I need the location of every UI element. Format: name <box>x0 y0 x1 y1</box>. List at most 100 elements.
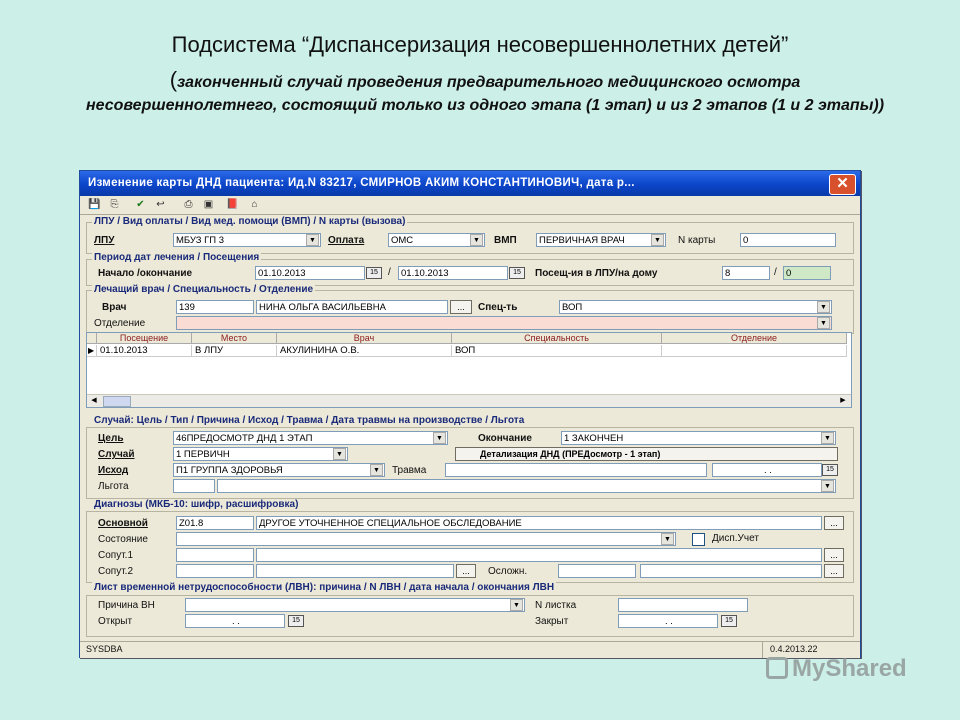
card-number-input[interactable]: 0 <box>740 233 836 247</box>
print-icon[interactable]: ⎙ <box>180 198 197 212</box>
column-header-doctor[interactable]: Врач <box>277 333 452 344</box>
detail-dnd-button[interactable]: Детализация ДНД (ПРЕДосмотр - 1 этап) <box>455 447 838 461</box>
chevron-down-icon[interactable]: ▼ <box>821 480 834 492</box>
vmp-label: ВМП <box>494 235 517 246</box>
end-date-input[interactable]: 01.10.2013 <box>398 266 508 280</box>
co-diagnosis-2-text[interactable] <box>256 564 454 578</box>
watermark-text: MyShared <box>792 655 907 682</box>
payment-label: Оплата <box>328 235 365 246</box>
diagnosis-group-label: Диагнозы (МКБ-10: шифр, расшифровка) <box>92 499 301 510</box>
dates-label: Начало /окончание <box>98 268 193 279</box>
scroll-left-icon[interactable]: ◀ <box>88 396 100 405</box>
slide-title: Подсистема “Диспансеризация несовершенно… <box>171 32 789 57</box>
goal-label: Цель <box>98 433 124 444</box>
doctor-code-input[interactable]: 139 <box>176 300 254 314</box>
window-icon[interactable]: ▣ <box>200 198 217 212</box>
horizontal-scrollbar[interactable]: ◀ ▶ <box>87 394 851 407</box>
outcome-select[interactable]: П1 ГРУППА ЗДОРОВЬЯ <box>173 463 385 477</box>
privilege-code-input[interactable] <box>173 479 215 493</box>
case-select[interactable]: 1 ПЕРВИЧН <box>173 447 348 461</box>
opened-label: Открыт <box>98 616 133 627</box>
column-header-place[interactable]: Место <box>192 333 277 344</box>
co-diagnosis-2-code[interactable] <box>176 564 254 578</box>
chevron-down-icon[interactable]: ▼ <box>306 234 319 246</box>
state-select[interactable] <box>176 532 676 546</box>
chevron-down-icon[interactable]: ▼ <box>821 432 834 444</box>
table-cell[interactable]: ВОП <box>452 345 662 357</box>
check-icon[interactable]: ✔ <box>132 198 149 212</box>
date-separator: / <box>388 267 391 278</box>
co-diagnosis-1-code[interactable] <box>176 548 254 562</box>
scroll-right-icon[interactable]: ▶ <box>837 396 849 405</box>
column-header-specialty[interactable]: Специальность <box>452 333 662 344</box>
chevron-down-icon[interactable]: ▼ <box>817 301 830 313</box>
subtitle-paren: ( <box>169 67 178 92</box>
myshared-logo-icon <box>766 657 788 679</box>
chevron-down-icon[interactable]: ▼ <box>433 432 446 444</box>
table-cell[interactable]: АКУЛИНИНА О.В. <box>277 345 452 357</box>
sick-reason-select[interactable] <box>185 598 525 612</box>
doctor-lookup-button[interactable]: ... <box>450 300 472 314</box>
calendar-icon[interactable]: 15 <box>366 267 382 279</box>
calendar-icon[interactable]: 15 <box>288 615 304 627</box>
save-icon[interactable]: 💾 <box>86 198 103 212</box>
doctor-name-input[interactable]: НИНА ОЛЬГА ВАСИЛЬЕВНА <box>256 300 448 314</box>
visits-lpu-input[interactable]: 8 <box>722 266 770 280</box>
end-select[interactable]: 1 ЗАКОНЧЕН <box>561 431 836 445</box>
co-diagnosis-1-text[interactable] <box>256 548 822 562</box>
copy-icon[interactable]: ⎘ <box>106 198 123 212</box>
department-select[interactable] <box>176 316 832 330</box>
scroll-thumb[interactable] <box>103 396 131 407</box>
doctor-label: Врач <box>102 302 127 313</box>
calendar-icon[interactable]: 15 <box>822 464 838 476</box>
complication-code[interactable] <box>558 564 636 578</box>
chevron-down-icon[interactable]: ▼ <box>661 533 674 545</box>
window-title: Изменение карты ДНД пациента: Ид.N 83217… <box>88 177 635 189</box>
visits-home-input[interactable]: 0 <box>783 266 831 280</box>
opened-date-input[interactable]: . . <box>185 614 285 628</box>
diagnosis-lookup-button[interactable]: ... <box>824 516 844 530</box>
closed-date-input[interactable]: . . <box>618 614 718 628</box>
complication-lookup-button[interactable]: ... <box>824 564 844 578</box>
trauma-select[interactable] <box>445 463 707 477</box>
home-icon[interactable]: ⌂ <box>246 198 263 212</box>
chevron-down-icon[interactable]: ▼ <box>470 234 483 246</box>
privilege-select[interactable] <box>217 479 836 493</box>
column-header-department[interactable]: Отделение <box>662 333 847 344</box>
column-header-visit[interactable]: Посещение <box>97 333 192 344</box>
table-cell[interactable]: В ЛПУ <box>192 345 277 357</box>
main-diagnosis-text[interactable]: ДРУГОЕ УТОЧНЕННОЕ СПЕЦИАЛЬНОЕ ОБСЛЕДОВАН… <box>256 516 822 530</box>
complication-text[interactable] <box>640 564 822 578</box>
table-cell[interactable]: 01.10.2013 <box>97 345 192 357</box>
close-button[interactable]: ✕ <box>829 174 856 195</box>
start-date-input[interactable]: 01.10.2013 <box>255 266 365 280</box>
undo-icon[interactable]: ↩ <box>152 198 169 212</box>
disp-checkbox[interactable] <box>692 533 705 546</box>
trauma-date-input[interactable]: . . <box>712 463 822 477</box>
window-titlebar[interactable]: Изменение карты ДНД пациента: Ид.N 83217… <box>80 171 860 196</box>
chevron-down-icon[interactable]: ▼ <box>510 599 523 611</box>
chevron-down-icon[interactable]: ▼ <box>651 234 664 246</box>
status-bar: SYSDBA 0.4.2013.22 <box>80 641 860 658</box>
goal-select[interactable]: 46ПРЕДОСМОТР ДНД 1 ЭТАП <box>173 431 448 445</box>
specialty-select[interactable]: ВОП <box>559 300 832 314</box>
book-icon[interactable]: 📕 <box>224 198 241 212</box>
calendar-icon[interactable]: 15 <box>509 267 525 279</box>
slide-subtitle: (законченный случай проведения предварит… <box>80 68 890 117</box>
chevron-down-icon[interactable]: ▼ <box>333 448 346 460</box>
chevron-down-icon[interactable]: ▼ <box>370 464 383 476</box>
card-number-label: N карты <box>678 235 716 246</box>
co-diagnosis-1-lookup-button[interactable]: ... <box>824 548 844 562</box>
visits-grid: Посещение Место Врач Специальность Отдел… <box>86 332 852 408</box>
department-label: Отделение <box>94 318 146 329</box>
outcome-label: Исход <box>98 465 129 476</box>
vmp-select[interactable]: ПЕРВИЧНАЯ ВРАЧ <box>536 233 666 247</box>
calendar-icon[interactable]: 15 <box>721 615 737 627</box>
sick-leave-group-label: Лист временной нетрудоспособности (ЛВН):… <box>92 582 557 593</box>
co-diagnosis-2-lookup-button[interactable]: ... <box>456 564 476 578</box>
main-diagnosis-code[interactable]: Z01.8 <box>176 516 254 530</box>
sheet-number-input[interactable] <box>618 598 748 612</box>
table-cell[interactable] <box>662 345 847 357</box>
chevron-down-icon[interactable]: ▼ <box>817 317 830 329</box>
lpu-select[interactable]: МБУЗ ГП 3 <box>173 233 321 247</box>
